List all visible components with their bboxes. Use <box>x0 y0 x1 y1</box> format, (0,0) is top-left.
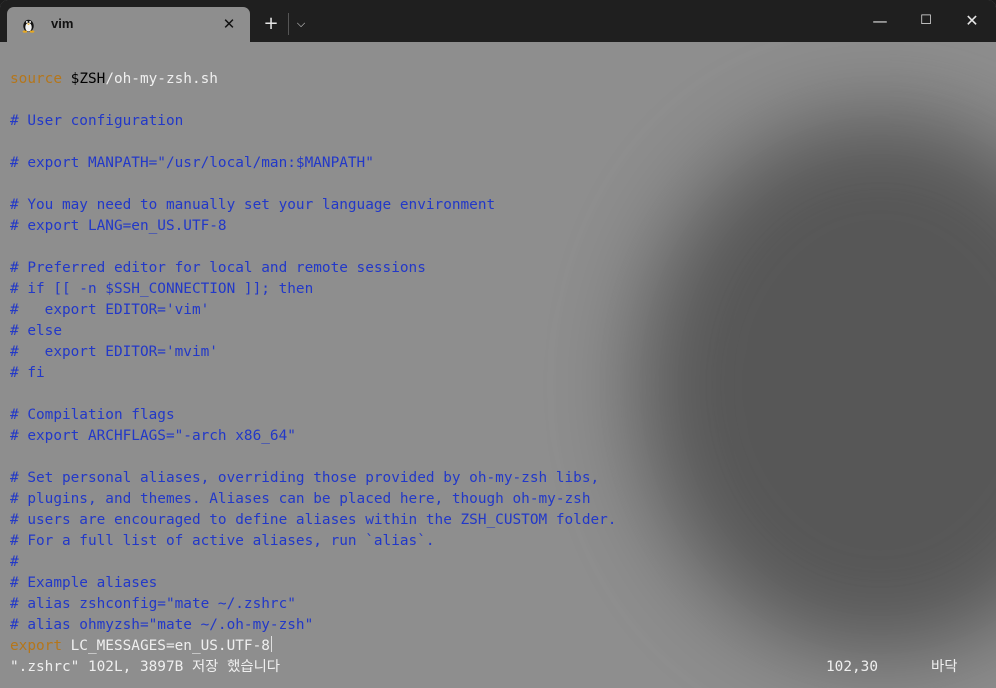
editor-line: # export EDITOR='vim' <box>10 300 209 321</box>
status-message: ".zshrc" 102L, 3897B 저장 했습니다 <box>10 659 281 675</box>
editor-line: # alias zshconfig="mate ~/.zshrc" <box>10 594 296 615</box>
scroll-position: 바닥 <box>931 659 958 675</box>
code-token-text: LC_MESSAGES=en_US.UTF-8 <box>61 638 270 654</box>
titlebar-divider <box>288 13 289 35</box>
editor-line: # if [[ -n $SSH_CONNECTION ]]; then <box>10 279 313 300</box>
code-token-comment: # else <box>10 323 62 339</box>
editor-line: # Set personal aliases, overriding those… <box>10 468 599 489</box>
code-token-comment: # Compilation flags <box>10 407 175 423</box>
editor-line: # For a full list of active aliases, run… <box>10 531 435 552</box>
editor-line: # export LANG=en_US.UTF-8 <box>10 216 227 237</box>
code-token-comment: # Preferred editor for local and remote … <box>10 260 426 276</box>
terminal-window: vim ✕ + ⌵ — ☐ ✕ source $ZSH/oh-my-zsh.sh… <box>0 0 996 688</box>
code-token-comment: # export EDITOR='mvim' <box>10 344 218 360</box>
close-window-button[interactable]: ✕ <box>949 0 995 42</box>
code-token-comment: # Example aliases <box>10 575 158 591</box>
editor-line: # Compilation flags <box>10 405 175 426</box>
code-token-comment: # alias zshconfig="mate ~/.zshrc" <box>10 596 296 612</box>
editor-line-current: export LC_MESSAGES=en_US.UTF-8 <box>10 636 272 657</box>
tab-dropdown-button[interactable]: ⌵ <box>290 12 312 36</box>
code-token-comment: # fi <box>10 365 45 381</box>
editor-line: # Example aliases <box>10 573 157 594</box>
code-token-comment: # plugins, and themes. Aliases can be pl… <box>10 491 591 507</box>
code-token-text: /oh-my-zsh.sh <box>105 71 218 87</box>
text-cursor <box>270 636 272 652</box>
editor-line: # alias ohmyzsh="mate ~/.oh-my-zsh" <box>10 615 313 636</box>
code-token-comment: # export MANPATH="/usr/local/man:$MANPAT… <box>10 155 374 171</box>
code-token-comment: # if [[ -n $SSH_CONNECTION ]]; then <box>10 281 314 297</box>
code-token-comment: # User configuration <box>10 113 184 129</box>
linux-tux-icon <box>22 19 35 33</box>
editor-line: # plugins, and themes. Aliases can be pl… <box>10 489 590 510</box>
code-token-comment: # users are encouraged to define aliases… <box>10 512 617 528</box>
editor-line: # export ARCHFLAGS="-arch x86_64" <box>10 426 296 447</box>
vim-editor[interactable]: source $ZSH/oh-my-zsh.sh # User configura… <box>0 42 996 688</box>
maximize-button[interactable]: ☐ <box>903 0 949 42</box>
tab-vim[interactable]: vim ✕ <box>7 7 250 42</box>
editor-line: # You may need to manually set your lang… <box>10 195 495 216</box>
code-token-comment: # export ARCHFLAGS="-arch x86_64" <box>10 428 296 444</box>
editor-line: # fi <box>10 363 45 384</box>
code-token-comment: # alias ohmyzsh="mate ~/.oh-my-zsh" <box>10 617 314 633</box>
code-token-comment: # export EDITOR='vim' <box>10 302 210 318</box>
code-token-comment: # <box>10 554 19 570</box>
minimize-button[interactable]: — <box>857 0 903 42</box>
editor-line: # Preferred editor for local and remote … <box>10 258 426 279</box>
code-token-comment: # You may need to manually set your lang… <box>10 197 496 213</box>
editor-line: source $ZSH/oh-my-zsh.sh <box>10 69 218 90</box>
tab-title: vim <box>51 16 74 31</box>
editor-line: # users are encouraged to define aliases… <box>10 510 616 531</box>
code-token-keyword: export <box>10 638 62 654</box>
code-token-variable: $ZSH <box>70 71 106 87</box>
code-token-keyword: source <box>10 71 62 87</box>
editor-line: # export MANPATH="/usr/local/man:$MANPAT… <box>10 153 374 174</box>
code-token-comment: # For a full list of active aliases, run… <box>10 533 435 549</box>
title-bar[interactable]: vim ✕ + ⌵ — ☐ ✕ <box>0 0 996 42</box>
new-tab-button[interactable]: + <box>259 12 283 36</box>
code-token-comment: # Set personal aliases, overriding those… <box>10 470 600 486</box>
code-token-comment: # export LANG=en_US.UTF-8 <box>10 218 227 234</box>
editor-line: # <box>10 552 19 573</box>
cursor-position: 102,30 <box>826 659 878 675</box>
editor-line: # User configuration <box>10 111 183 132</box>
editor-line: # export EDITOR='mvim' <box>10 342 218 363</box>
close-tab-icon[interactable]: ✕ <box>219 14 239 34</box>
editor-line: # else <box>10 321 62 342</box>
